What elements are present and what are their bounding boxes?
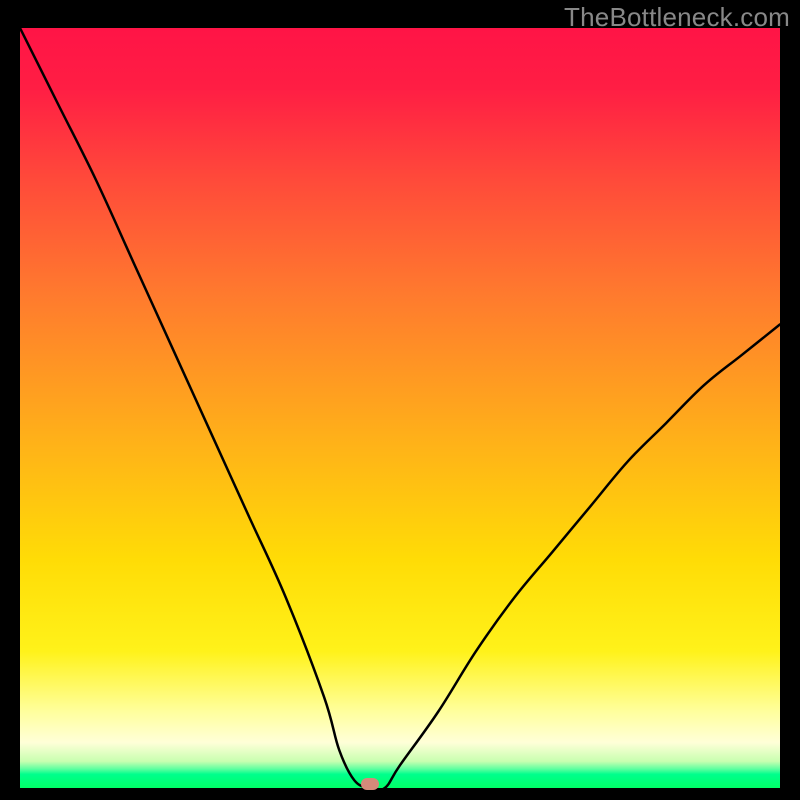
minimum-marker-icon — [361, 778, 379, 790]
watermark-text: TheBottleneck.com — [564, 2, 790, 33]
plot-area — [20, 28, 780, 788]
bottleneck-curve — [20, 28, 780, 788]
chart-frame: TheBottleneck.com — [0, 0, 800, 800]
